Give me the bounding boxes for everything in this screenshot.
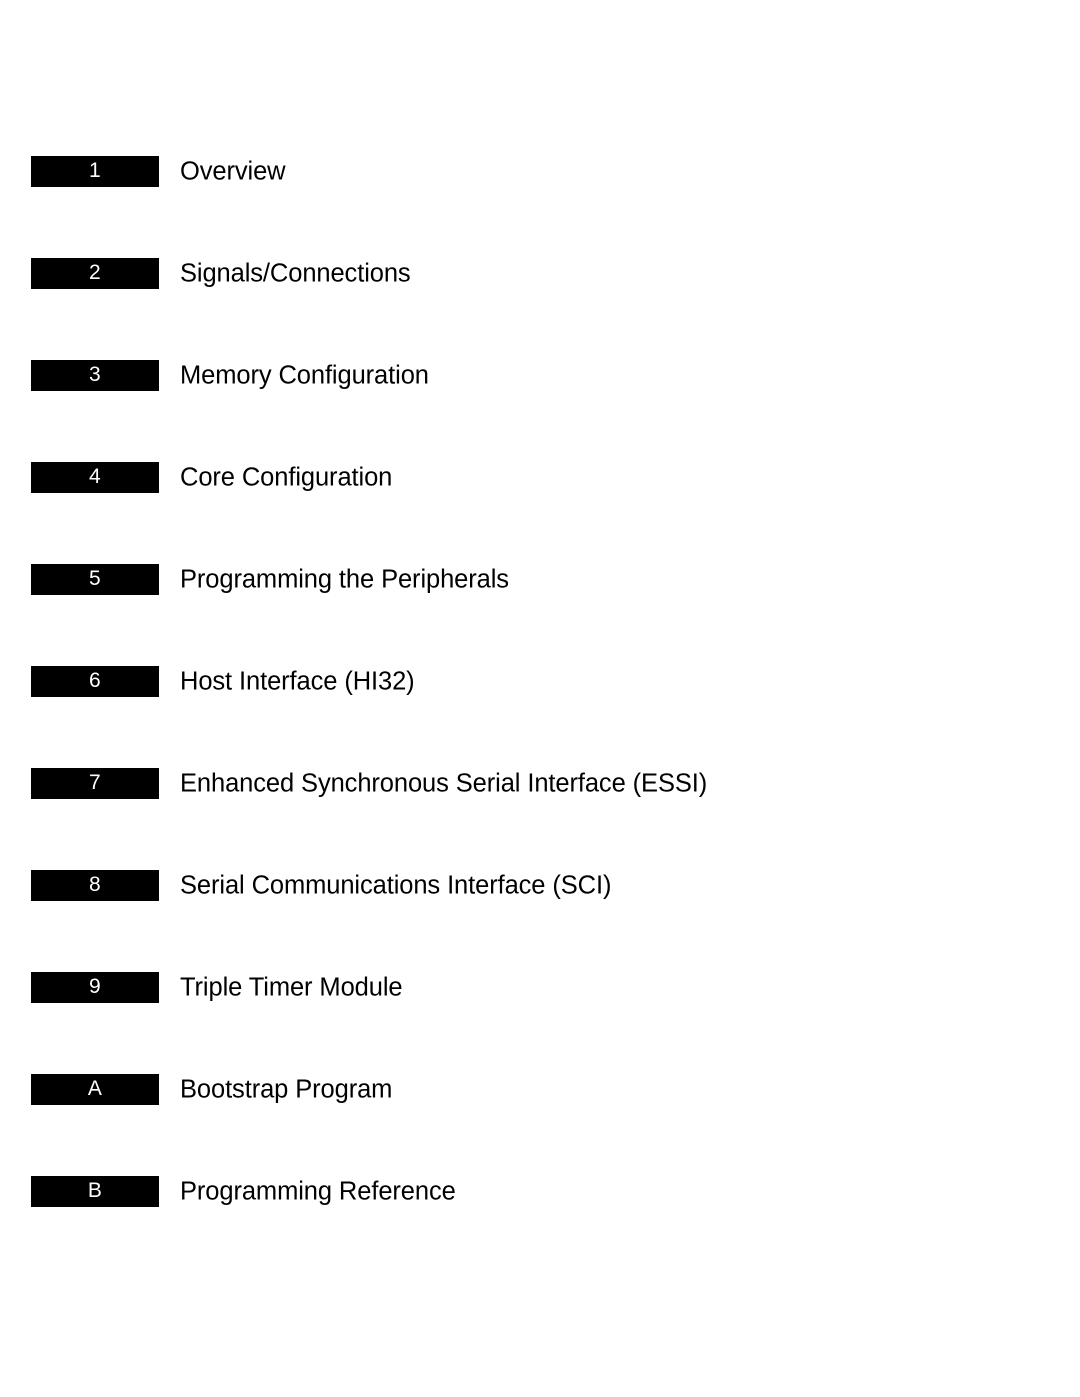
chapter-tab-number: 6 [89,669,101,692]
chapter-tab-number: 5 [89,567,101,590]
chapter-tab-marker: 5 [31,564,159,595]
chapter-tab-number: 3 [89,363,101,386]
chapter-tab-number: 8 [89,873,101,896]
chapter-tab-marker: 6 [31,666,159,697]
chapter-title: Overview [180,157,286,185]
chapter-tab-number: 4 [89,465,101,488]
chapter-tab-number: B [87,1179,103,1202]
chapter-title: Core Configuration [180,463,393,491]
chapter-tab-number: 2 [89,261,101,284]
chapter-entry[interactable]: 4 Core Configuration [0,462,1080,493]
chapter-tab-marker: 9 [31,972,159,1003]
chapter-tab-marker: 1 [31,156,159,187]
chapter-title: Enhanced Synchronous Serial Interface (E… [180,769,708,797]
chapter-title: Bootstrap Program [180,1075,393,1103]
chapter-tab-marker: 8 [31,870,159,901]
chapter-tab-number: 1 [89,159,101,182]
chapter-tab-marker: 4 [31,462,159,493]
chapter-entry[interactable]: 2 Signals/Connections [0,258,1080,289]
chapter-tab-marker: B [31,1176,159,1207]
chapter-tab-marker: 2 [31,258,159,289]
chapter-entry[interactable]: 5 Programming the Peripherals [0,564,1080,595]
chapter-tab-number: 7 [89,771,101,794]
chapter-entry[interactable]: B Programming Reference [0,1176,1080,1207]
chapter-entry[interactable]: 7 Enhanced Synchronous Serial Interface … [0,768,1080,799]
chapter-tab-index: 1 Overview 2 Signals/Connections 3 Memor… [0,156,1080,1207]
chapter-tab-marker: 7 [31,768,159,799]
chapter-title: Programming Reference [180,1177,456,1205]
chapter-title: Serial Communications Interface (SCI) [180,871,612,899]
chapter-tab-number: A [87,1077,103,1100]
chapter-entry[interactable]: 9 Triple Timer Module [0,972,1080,1003]
document-page: 1 Overview 2 Signals/Connections 3 Memor… [0,0,1080,1397]
chapter-entry[interactable]: 3 Memory Configuration [0,360,1080,391]
chapter-title: Memory Configuration [180,361,429,389]
chapter-tab-marker: A [31,1074,159,1105]
chapter-title: Programming the Peripherals [180,565,509,593]
chapter-title: Signals/Connections [180,259,411,287]
chapter-tab-number: 9 [89,975,101,998]
chapter-tab-marker: 3 [31,360,159,391]
chapter-entry[interactable]: 8 Serial Communications Interface (SCI) [0,870,1080,901]
chapter-entry[interactable]: 6 Host Interface (HI32) [0,666,1080,697]
chapter-entry[interactable]: 1 Overview [0,156,1080,187]
chapter-title: Triple Timer Module [180,973,403,1001]
chapter-title: Host Interface (HI32) [180,667,415,695]
chapter-entry[interactable]: A Bootstrap Program [0,1074,1080,1105]
